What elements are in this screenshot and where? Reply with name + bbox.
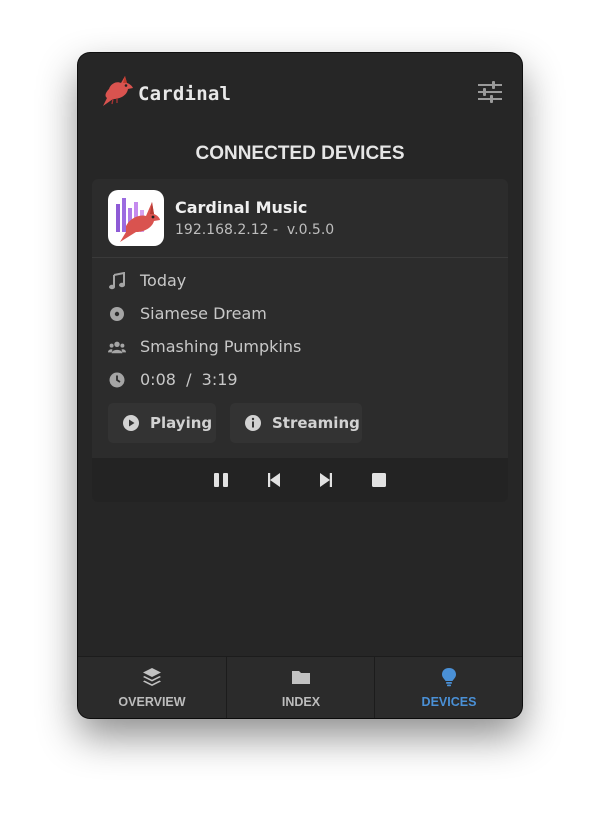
bottom-nav: OVERVIEW INDEX DEVICES [78,656,522,718]
track-title: Today [140,271,187,290]
page-title: CONNECTED DEVICES [195,143,405,164]
nav-item-index[interactable]: INDEX [226,657,375,718]
users-icon [108,341,126,354]
nav-item-devices[interactable]: DEVICES [374,657,522,718]
device-app-icon [108,190,164,246]
device-name: Cardinal Music [175,198,308,217]
playing-status-label: Playing [150,414,213,432]
device-card: Cardinal Music 192.168.2.12 - v.0.5.0 To… [92,179,508,502]
settings-sliders-icon[interactable] [478,81,502,103]
device-address-version: 192.168.2.12 - v.0.5.0 [175,222,335,238]
stop-icon[interactable] [370,471,388,489]
nav-item-overview[interactable]: OVERVIEW [78,657,226,718]
album-title: Siamese Dream [140,304,267,323]
info-circle-icon [245,415,261,431]
app-title: Cardinal [138,83,232,105]
lightbulb-icon [442,668,456,687]
streaming-mode-button[interactable]: Streaming [230,403,362,443]
artist-row: Smashing Pumpkins [108,335,488,359]
track-row: Today [108,269,488,293]
nav-label-index: INDEX [281,695,321,709]
album-row: Siamese Dream [108,302,488,326]
equalizer-cardinal-icon [116,198,160,242]
playback-time: 0:08 / 3:19 [140,370,238,389]
play-circle-icon [123,415,139,431]
previous-track-icon[interactable] [265,471,283,489]
playback-controls [92,458,508,502]
artist-name: Smashing Pumpkins [140,337,302,356]
time-row: 0:08 / 3:19 [108,368,488,392]
device-header: Cardinal Music 192.168.2.12 - v.0.5.0 [92,179,508,258]
clock-icon [109,372,125,388]
next-track-icon[interactable] [317,471,335,489]
streaming-mode-label: Streaming [272,414,360,432]
disc-icon [110,307,124,321]
cardinal-logo-icon [103,76,133,106]
playing-status-button[interactable]: Playing [108,403,216,443]
music-note-icon [109,272,125,290]
layers-icon [143,668,161,686]
folder-icon [292,671,310,684]
nav-label-devices: DEVICES [421,695,477,709]
header: Cardinal [78,53,522,135]
app-window: Cardinal CONNECTED DEVICES Cardinal Musi… [78,53,522,718]
nav-label-overview: OVERVIEW [118,695,186,709]
pause-icon[interactable] [212,471,230,489]
